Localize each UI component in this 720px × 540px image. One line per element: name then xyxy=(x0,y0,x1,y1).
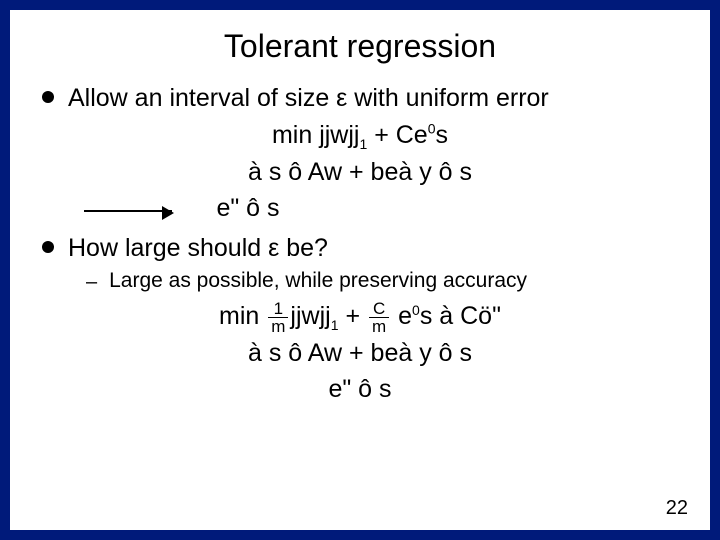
equation-1-line-3: e" ô s xyxy=(216,194,279,222)
page-number: 22 xyxy=(666,497,688,520)
eq-text: s xyxy=(436,121,449,149)
numerator: 1 xyxy=(268,300,288,318)
superscript: 0 xyxy=(412,302,420,318)
right-arrow-icon xyxy=(84,210,172,212)
dash-icon: – xyxy=(86,271,97,294)
subscript: 1 xyxy=(331,318,339,334)
arrow-row: e" ô s xyxy=(84,192,684,226)
slide-title: Tolerant regression xyxy=(36,28,684,65)
denominator: m xyxy=(268,318,288,335)
superscript: 0 xyxy=(428,121,436,137)
fraction: 1m xyxy=(268,300,288,335)
bullet-2: How large should ε be? xyxy=(42,233,684,263)
eq-text: min jjwjj xyxy=(272,121,360,149)
slide-frame: Tolerant regression Allow an interval of… xyxy=(0,0,720,540)
equation-2-line-3: e" ô s xyxy=(36,373,684,407)
bullet-2-text: How large should ε be? xyxy=(68,233,328,263)
eq-text: + Ce xyxy=(367,121,427,149)
sub-bullet-1: – Large as possible, while preserving ac… xyxy=(86,269,684,294)
equation-1-line-1: min jjwjj1 + Ce0s xyxy=(36,119,684,154)
eq-text: s à Cö" xyxy=(420,303,501,331)
eq-text: min xyxy=(219,303,266,331)
equation-2-line-1: min 1mjjwjj1 + Cm e0s à Cö" xyxy=(36,300,684,335)
bullet-1-text: Allow an interval of size ε with uniform… xyxy=(68,83,549,113)
eq-text: e xyxy=(391,303,412,331)
numerator: C xyxy=(369,300,389,318)
sub-bullet-1-text: Large as possible, while preserving accu… xyxy=(109,269,527,293)
equation-1-line-2: à s ô Aw + beà y ô s xyxy=(36,156,684,190)
bullet-dot-icon xyxy=(42,91,54,103)
equation-2-line-2: à s ô Aw + beà y ô s xyxy=(36,337,684,371)
bullet-1: Allow an interval of size ε with uniform… xyxy=(42,83,684,113)
eq-text: + xyxy=(339,303,368,331)
denominator: m xyxy=(369,318,389,335)
fraction: Cm xyxy=(369,300,389,335)
eq-text: jjwjj xyxy=(290,303,330,331)
bullet-dot-icon xyxy=(42,241,54,253)
